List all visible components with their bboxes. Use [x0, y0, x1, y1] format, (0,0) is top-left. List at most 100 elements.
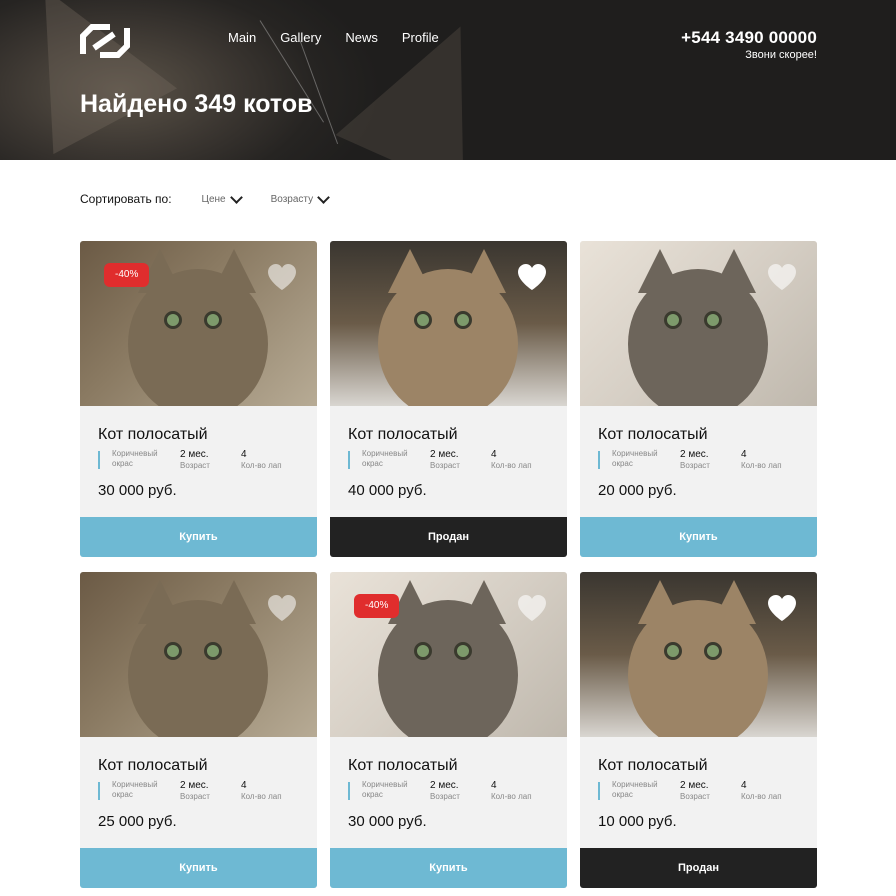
cat-eye — [664, 311, 682, 329]
sort-label: Сортировать по: — [80, 192, 172, 206]
discount-badge: -40% — [354, 594, 400, 618]
cat-age-label: Возраст — [180, 792, 210, 801]
logo-icon[interactable] — [80, 24, 130, 58]
cat-name[interactable]: Кот полосатый — [98, 756, 208, 776]
cat-paws: 4 Кол-во лап — [241, 449, 282, 471]
nav-news[interactable]: News — [345, 30, 378, 46]
nav-profile[interactable]: Profile — [402, 30, 439, 46]
attr-divider — [598, 782, 600, 800]
cat-ear — [638, 249, 682, 293]
cat-card: Кот полосатый Коричневый окрас 2 мес. Во… — [80, 572, 317, 888]
cat-photo[interactable]: -40% — [80, 241, 317, 406]
cat-name[interactable]: Кот полосатый — [98, 425, 208, 445]
cat-paws-label: Кол-во лап — [241, 461, 282, 470]
cat-paws-value: 4 — [741, 780, 747, 791]
attr-divider — [348, 782, 350, 800]
cat-photo[interactable]: -40% — [330, 572, 567, 737]
cat-age-value: 2 мес. — [180, 449, 209, 460]
cat-card: Кот полосатый Коричневый окрас 2 мес. Во… — [580, 241, 817, 557]
discount-badge: -40% — [104, 263, 150, 287]
cat-eye — [204, 642, 222, 660]
buy-button[interactable]: Купить — [330, 848, 567, 888]
buy-button[interactable]: Купить — [80, 848, 317, 888]
cat-attributes: Коричневый окрас 2 мес. Возраст 4 Кол-во… — [98, 780, 308, 804]
cat-eye — [704, 642, 722, 660]
favorite-heart-icon[interactable] — [517, 594, 547, 622]
cat-name[interactable]: Кот полосатый — [598, 756, 708, 776]
favorite-heart-icon[interactable] — [767, 263, 797, 291]
cat-age-value: 2 мес. — [430, 449, 459, 460]
sort-option-label: Цене — [201, 193, 226, 205]
favorite-heart-icon[interactable] — [267, 594, 297, 622]
attr-divider — [598, 451, 600, 469]
sort-by-price[interactable]: Цене — [201, 190, 243, 205]
cat-ear — [138, 580, 182, 624]
cat-age-label: Возраст — [430, 792, 460, 801]
cat-attributes: Коричневый окрас 2 мес. Возраст 4 Кол-во… — [598, 780, 808, 804]
cat-age: 2 мес. Возраст — [180, 780, 210, 802]
sold-button[interactable]: Продан — [330, 517, 567, 557]
sort-option-label: Возрасту — [270, 193, 314, 205]
phone-number[interactable]: +544 3490 00000 — [681, 28, 817, 48]
cat-paws-label: Кол-во лап — [741, 792, 782, 801]
buy-button[interactable]: Купить — [80, 517, 317, 557]
cat-name[interactable]: Кот полосатый — [348, 425, 458, 445]
cat-photo[interactable] — [580, 241, 817, 406]
cat-color-label: Коричневый окрас — [362, 449, 408, 468]
cat-paws-label: Кол-во лап — [241, 792, 282, 801]
cat-age: 2 мес. Возраст — [430, 449, 460, 471]
nav-gallery[interactable]: Gallery — [280, 30, 321, 46]
cat-eye — [414, 311, 432, 329]
cat-eye — [664, 642, 682, 660]
cat-name[interactable]: Кот полосатый — [348, 756, 458, 776]
cat-paws-value: 4 — [491, 780, 497, 791]
nav-main[interactable]: Main — [228, 30, 256, 46]
cat-attributes: Коричневый окрас 2 мес. Возраст 4 Кол-во… — [98, 449, 308, 473]
cat-paws: 4 Кол-во лап — [491, 780, 532, 802]
sort-by-age[interactable]: Возрасту — [270, 190, 330, 205]
cat-eye — [414, 642, 432, 660]
cat-ear — [212, 249, 256, 293]
cat-paws-value: 4 — [741, 449, 747, 460]
cat-paws-value: 4 — [491, 449, 497, 460]
cat-photo[interactable] — [80, 572, 317, 737]
cat-ear — [638, 580, 682, 624]
cat-eye — [164, 642, 182, 660]
cat-age-value: 2 мес. — [430, 780, 459, 791]
cat-age: 2 мес. Возраст — [680, 449, 710, 471]
favorite-heart-icon[interactable] — [767, 594, 797, 622]
cat-eye — [454, 642, 472, 660]
cat-name[interactable]: Кот полосатый — [598, 425, 708, 445]
cat-eye — [204, 311, 222, 329]
chevron-down-icon — [317, 190, 330, 204]
favorite-heart-icon[interactable] — [267, 263, 297, 291]
cat-price: 40 000 руб. — [348, 482, 427, 499]
cat-paws: 4 Кол-во лап — [241, 780, 282, 802]
cat-paws: 4 Кол-во лап — [741, 449, 782, 471]
cat-age-value: 2 мес. — [680, 449, 709, 460]
favorite-heart-icon[interactable] — [517, 263, 547, 291]
buy-button[interactable]: Купить — [580, 517, 817, 557]
cat-attributes: Коричневый окрас 2 мес. Возраст 4 Кол-во… — [348, 780, 558, 804]
cat-photo[interactable] — [330, 241, 567, 406]
cat-eye — [164, 311, 182, 329]
attr-divider — [348, 451, 350, 469]
cat-price: 30 000 руб. — [98, 482, 177, 499]
cat-paws: 4 Кол-во лап — [491, 449, 532, 471]
cat-price: 25 000 руб. — [98, 813, 177, 830]
contact-block: +544 3490 00000 Звони скорее! — [681, 28, 817, 62]
cat-photo[interactable] — [580, 572, 817, 737]
cat-paws-value: 4 — [241, 449, 247, 460]
cat-color-label: Коричневый окрас — [612, 780, 658, 799]
cat-ear — [462, 249, 506, 293]
page-title: Найдено 349 котов — [80, 90, 313, 118]
cat-color-label: Коричневый окрас — [612, 449, 658, 468]
cat-paws-label: Кол-во лап — [491, 792, 532, 801]
cat-card: -40% Кот полосатый Коричневый окрас 2 ме… — [330, 572, 567, 888]
sold-button[interactable]: Продан — [580, 848, 817, 888]
main-nav: Main Gallery News Profile — [228, 30, 439, 46]
cat-eye — [454, 311, 472, 329]
cat-paws: 4 Кол-во лап — [741, 780, 782, 802]
cat-age: 2 мес. Возраст — [680, 780, 710, 802]
cat-ear — [462, 580, 506, 624]
